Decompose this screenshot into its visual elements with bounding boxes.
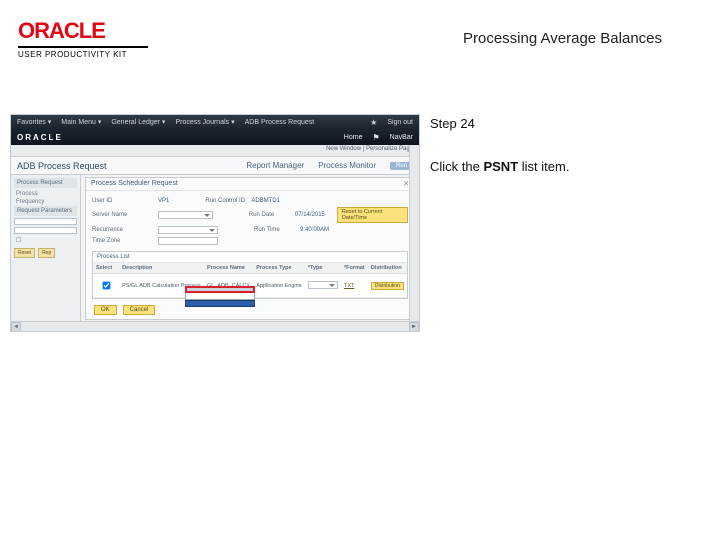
grid-title: Process List (97, 254, 130, 260)
recurrence-select[interactable] (158, 226, 218, 234)
scroll-left-button[interactable]: ◄ (11, 322, 21, 332)
ok-button[interactable]: OK (94, 305, 117, 315)
tab-process-monitor[interactable]: Process Monitor (318, 161, 376, 170)
instruction-target: PSNT (483, 159, 518, 174)
col-select: Select (93, 263, 119, 274)
main-area: Process Scheduler Request ✕ User ID VP1 … (85, 177, 415, 320)
lbl-runcontrol: Run Control ID (205, 198, 245, 204)
lbl-recurrence: Recurrence (92, 227, 152, 233)
navbar-link[interactable]: NavBar (390, 134, 413, 141)
row-proctype: Application Engine (253, 274, 305, 298)
col-desc: Description (119, 263, 204, 274)
timezone-input[interactable] (158, 237, 218, 245)
col-proctype: Process Type (253, 263, 305, 274)
signout-link[interactable]: Sign out (387, 119, 413, 126)
breadcrumb-text[interactable]: New Window | Personalize Page (326, 146, 413, 152)
lbl-rundate: Run Date (249, 212, 289, 218)
app-brand: ORACLE (17, 133, 63, 142)
menu-item-2[interactable]: Main Menu ▾ (61, 118, 101, 126)
list-item-2[interactable] (185, 293, 255, 300)
val-runcontrol: ADBMTD1 (251, 198, 280, 204)
sidebar-dropdown-2[interactable] (14, 227, 77, 234)
left-sidebar: Process Request Process Frequency Reques… (11, 175, 81, 325)
breadcrumb: New Window | Personalize Page (11, 145, 419, 157)
reset-datetime-button[interactable]: Reset to Current Date/Time (337, 207, 408, 223)
vertical-scrollbar[interactable] (409, 145, 419, 321)
app-screenshot: Favorites ▾ Main Menu ▾ General Ledger ▾… (10, 114, 420, 332)
lbl-timezone: Time Zone (92, 238, 152, 244)
instruction-pre: Click the (430, 159, 483, 174)
sidebar-line-1: Process (14, 190, 77, 198)
row-type-select[interactable] (308, 281, 338, 289)
sidebar-line-2: Frequency (14, 198, 77, 206)
lbl-server: Server Name (92, 212, 152, 218)
col-dist: Distribution (368, 263, 407, 274)
tab-report-manager[interactable]: Report Manager (246, 161, 304, 170)
step-label: Step 24 (430, 116, 680, 131)
val-rundate: 07/14/2015 (295, 212, 325, 218)
sidebar-checkbox[interactable]: ☐ (14, 236, 77, 245)
lbl-userid: User ID (92, 198, 152, 204)
instruction-text: Click the PSNT list item. (430, 159, 680, 174)
favorites-icon[interactable]: ★ (370, 118, 377, 127)
list-item-psnt[interactable] (185, 286, 255, 293)
instruction-post: list item. (522, 159, 570, 174)
col-type: *Type (305, 263, 341, 274)
brand-logo: ORACLE USER PRODUCTIVITY KIT (18, 18, 148, 59)
sidebar-section-2: Request Parameters (14, 206, 77, 216)
app-menubar: Favorites ▾ Main Menu ▾ General Ledger ▾… (11, 115, 419, 129)
menu-item-5[interactable]: ADB Process Request (245, 119, 315, 126)
list-item-3[interactable] (185, 300, 255, 307)
row-select-checkbox[interactable] (103, 282, 111, 290)
val-runtime: 9:40:00AM (300, 227, 329, 233)
app-brandbar: ORACLE Home ⚑ NavBar (11, 129, 419, 145)
lbl-runtime: Run Time (254, 227, 294, 233)
doc-title: Processing Average Balances (463, 30, 662, 47)
distribution-button[interactable]: Distribution (371, 282, 404, 290)
menu-item-3[interactable]: General Ledger ▾ (111, 118, 165, 126)
notifications-icon[interactable]: ⚑ (372, 133, 379, 142)
page-header: ADB Process Request Report Manager Proce… (11, 157, 419, 175)
sidebar-dropdown-1[interactable] (14, 218, 77, 225)
home-link[interactable]: Home (344, 134, 363, 141)
col-procname: Process Name (204, 263, 253, 274)
sidebar-rep-button[interactable]: Rep (38, 248, 55, 258)
menu-item-4[interactable]: Process Journals ▾ (175, 118, 234, 126)
instruction-panel: Step 24 Click the PSNT list item. (430, 116, 680, 174)
menu-item-1[interactable]: Favorites ▾ (17, 118, 51, 126)
server-select[interactable] (158, 211, 213, 219)
horizontal-scrollbar[interactable]: ◄ ► (11, 321, 419, 331)
brand-name: ORACLE (18, 18, 148, 44)
brand-divider (18, 46, 148, 48)
modal-title: Process Scheduler Request (91, 180, 178, 188)
page-title: ADB Process Request (17, 161, 107, 171)
scroll-right-button[interactable]: ► (409, 322, 419, 332)
server-dropdown-list (185, 286, 255, 307)
row-format[interactable]: TXT (344, 283, 354, 289)
cancel-button[interactable]: Cancel (123, 305, 156, 315)
sidebar-reset-button[interactable]: Reset (14, 248, 35, 258)
sidebar-section-1: Process Request (14, 178, 77, 188)
val-userid: VP1 (158, 198, 169, 204)
col-format: *Format (341, 263, 368, 274)
brand-subtitle: USER PRODUCTIVITY KIT (18, 50, 148, 59)
